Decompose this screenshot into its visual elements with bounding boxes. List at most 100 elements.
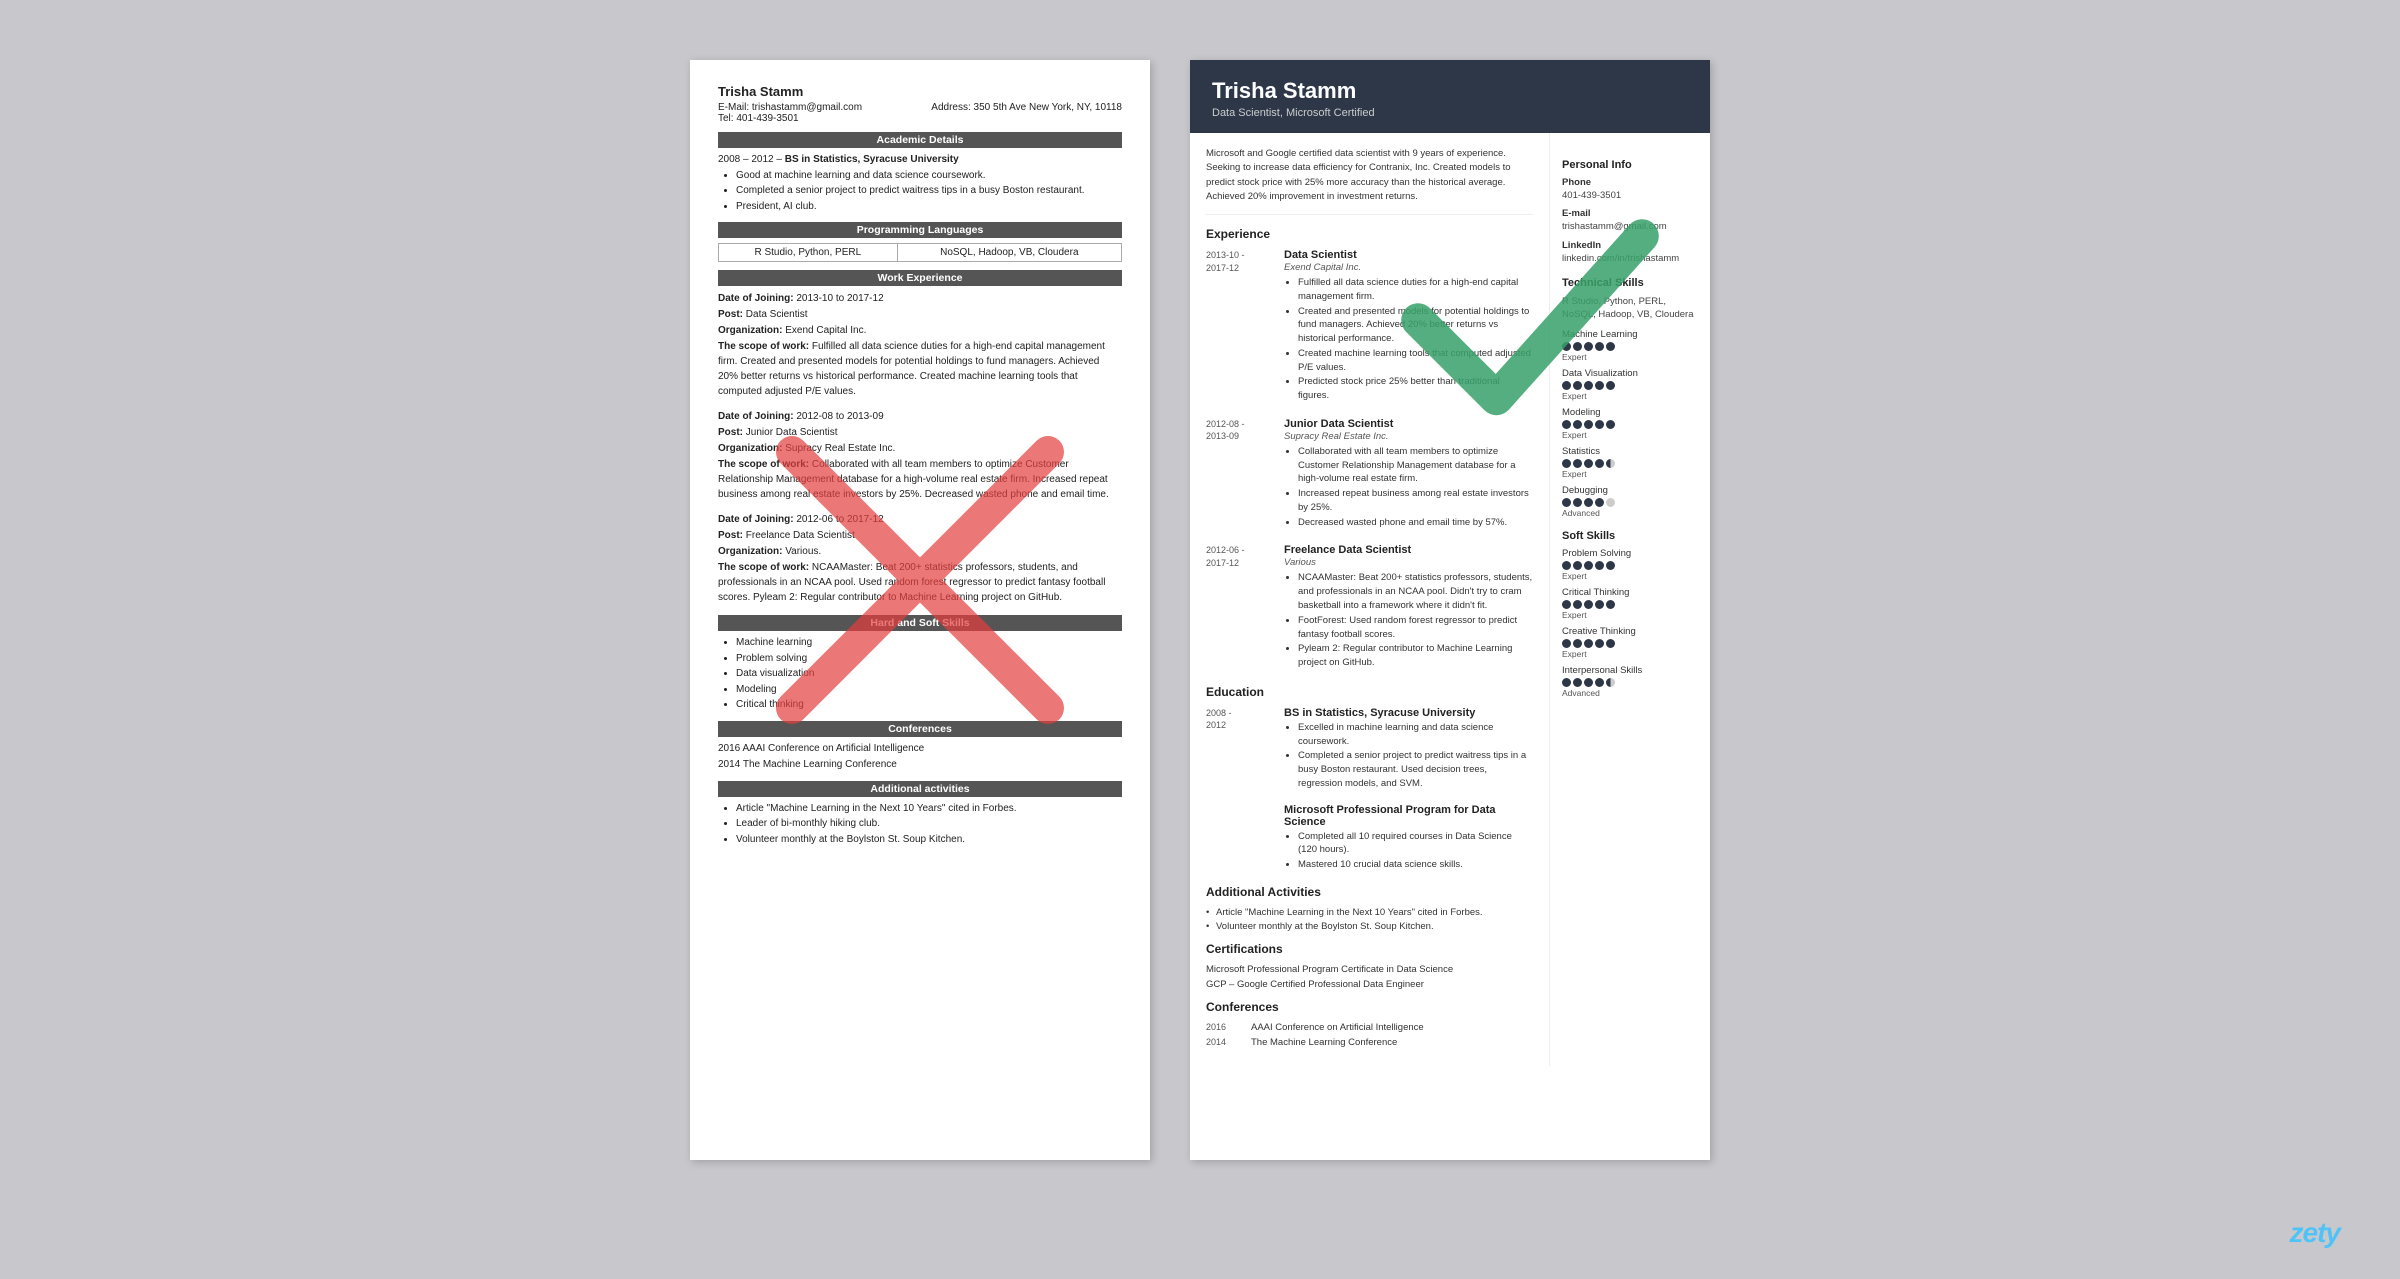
skill-level-stat: Expert <box>1562 469 1698 479</box>
academic-bullet-2: Completed a senior project to predict wa… <box>736 184 1122 199</box>
skill-5: Critical thinking <box>736 698 1122 713</box>
exp-bullets-3: NCAAMaster: Beat 200+ statistics profess… <box>1284 571 1533 669</box>
skill-name-ps: Problem Solving <box>1562 548 1698 559</box>
add-act-2: Volunteer monthly at the Boylston St. So… <box>1206 921 1533 932</box>
skill-row-stat: Statistics Expert <box>1562 446 1698 479</box>
left-name: Trisha Stamm <box>718 84 1122 99</box>
programming-table: R Studio, Python, PERL NoSQL, Hadoop, VB… <box>718 243 1122 262</box>
conf-2: 2014 The Machine Learning Conference <box>718 758 1122 773</box>
additional-section-title: Additional Activities <box>1206 885 1533 899</box>
skill-name-stat: Statistics <box>1562 446 1698 457</box>
skills-list: Machine learning Problem solving Data vi… <box>718 636 1122 713</box>
skill-level-dv: Expert <box>1562 391 1698 401</box>
phone-value: 401-439-3501 <box>1562 189 1698 202</box>
skill-name-dbg: Debugging <box>1562 485 1698 496</box>
zety-watermark: zety <box>2290 1217 2340 1249</box>
work-entry-2: Date of Joining: 2012-08 to 2013-09 Post… <box>718 409 1122 502</box>
org-label-1: Organization: <box>718 325 782 336</box>
phone-label: Phone <box>1562 177 1698 188</box>
conf-year-2: 2014 <box>1206 1037 1241 1048</box>
skill-dots-crt <box>1562 639 1698 648</box>
company-2: Supracy Real Estate Inc. <box>1284 431 1533 442</box>
skill-row-dbg: Debugging Advanced <box>1562 485 1698 518</box>
skill-dots-is <box>1562 678 1698 687</box>
right-header: Trisha Stamm Data Scientist, Microsoft C… <box>1190 60 1710 133</box>
email-value: trishastamm@gmail.com <box>752 102 862 113</box>
skill-row-is: Interpersonal Skills Advanced <box>1562 665 1698 698</box>
right-resume: Trisha Stamm Data Scientist, Microsoft C… <box>1190 60 1710 1160</box>
skill-row-mod: Modeling Expert <box>1562 407 1698 440</box>
email-value-sidebar: trishastamm@gmail.com <box>1562 220 1698 233</box>
edu-bullets-1: Excelled in machine learning and data sc… <box>1284 721 1533 791</box>
edu-content-1: BS in Statistics, Syracuse University Ex… <box>1284 707 1533 792</box>
email-label: E-Mail: <box>718 102 749 113</box>
company-3: Various <box>1284 557 1533 568</box>
date-val-1: 2013-10 to 2017-12 <box>796 293 883 304</box>
conferences-section-title-right: Conferences <box>1206 1000 1533 1014</box>
skill-dots-ct <box>1562 600 1698 609</box>
email-label-sidebar: E-mail <box>1562 208 1698 219</box>
skill-level-crt: Expert <box>1562 649 1698 659</box>
additional-list: Article "Machine Learning in the Next 10… <box>718 802 1122 848</box>
conf-1: 2016 AAAI Conference on Artificial Intel… <box>718 742 1122 757</box>
exp-content-1: Data Scientist Exend Capital Inc. Fulfil… <box>1284 249 1533 404</box>
company-1: Exend Capital Inc. <box>1284 262 1533 273</box>
linkedin-label: LinkedIn <box>1562 240 1698 251</box>
experience-section-title: Experience <box>1206 227 1533 241</box>
academic-bullets: Good at machine learning and data scienc… <box>718 169 1122 215</box>
conf-name-1: AAAI Conference on Artificial Intelligen… <box>1251 1022 1424 1033</box>
linkedin-value: linkedin.com/in/trishastamm <box>1562 252 1698 265</box>
skill-level-ml: Expert <box>1562 352 1698 362</box>
work-entry-3: Date of Joining: 2012-06 to 2017-12 Post… <box>718 512 1122 605</box>
skill-1: Machine learning <box>736 636 1122 651</box>
edu-date-1: 2008 -2012 <box>1206 707 1274 792</box>
tech-skills-intro: R Studio, Python, PERL, NoSQL, Hadoop, V… <box>1562 295 1698 322</box>
conf-year-1: 2016 <box>1206 1022 1241 1033</box>
conf-name-2: The Machine Learning Conference <box>1251 1037 1397 1048</box>
skill-row-ct: Critical Thinking Expert <box>1562 587 1698 620</box>
skill-2: Problem solving <box>736 652 1122 667</box>
exp-date-1: 2013-10 -2017-12 <box>1206 249 1274 404</box>
edu-entry-2: Microsoft Professional Program for Data … <box>1206 804 1533 873</box>
edu-bullets-2: Completed all 10 required courses in Dat… <box>1284 830 1533 872</box>
certifications-section-title: Certifications <box>1206 942 1533 956</box>
tel-value: 401-439-3501 <box>736 113 798 124</box>
cert-2: GCP – Google Certified Professional Data… <box>1206 979 1533 990</box>
work-section-header: Work Experience <box>718 270 1122 286</box>
skill-level-mod: Expert <box>1562 430 1698 440</box>
org-val-1: Exend Capital Inc. <box>785 325 866 336</box>
exp-entry-1: 2013-10 -2017-12 Data Scientist Exend Ca… <box>1206 249 1533 404</box>
skill-dots-mod <box>1562 420 1698 429</box>
skill-row-ps: Problem Solving Expert <box>1562 548 1698 581</box>
skill-level-ct: Expert <box>1562 610 1698 620</box>
left-contact-row: E-Mail: trishastamm@gmail.com Tel: 401-4… <box>718 102 1122 124</box>
soft-skills-title: Soft Skills <box>1562 530 1698 542</box>
exp-content-2: Junior Data Scientist Supracy Real Estat… <box>1284 418 1533 531</box>
additional-2: Leader of bi-monthly hiking club. <box>736 817 1122 832</box>
tel-label: Tel: <box>718 113 734 124</box>
skill-name-ct: Critical Thinking <box>1562 587 1698 598</box>
academic-bullet-1: Good at machine learning and data scienc… <box>736 169 1122 184</box>
skill-name-is: Interpersonal Skills <box>1562 665 1698 676</box>
additional-section-header: Additional activities <box>718 781 1122 797</box>
skill-dots-ml <box>1562 342 1698 351</box>
exp-bullets-2: Collaborated with all team members to op… <box>1284 445 1533 530</box>
academic-degree-line: 2008 – 2012 – BS in Statistics, Syracuse… <box>718 153 1122 168</box>
exp-entry-2: 2012-08 -2013-09 Junior Data Scientist S… <box>1206 418 1533 531</box>
address-label: Address: <box>931 102 970 113</box>
prog-section-header: Programming Languages <box>718 222 1122 238</box>
skill-dots-ps <box>1562 561 1698 570</box>
address-value: 350 5th Ave New York, NY, 10118 <box>974 102 1122 113</box>
conf-entry-1: 2016 AAAI Conference on Artificial Intel… <box>1206 1022 1533 1033</box>
prog-right: NoSQL, Hadoop, VB, Cloudera <box>897 244 1121 262</box>
skill-name-ml: Machine Learning <box>1562 329 1698 340</box>
skills-section-header: Hard and Soft Skills <box>718 615 1122 631</box>
exp-date-2: 2012-08 -2013-09 <box>1206 418 1274 531</box>
skill-dots-dv <box>1562 381 1698 390</box>
date-label-1: Date of Joining: <box>718 293 794 304</box>
job-title-3: Freelance Data Scientist <box>1284 544 1533 556</box>
skill-level-dbg: Advanced <box>1562 508 1698 518</box>
right-summary: Microsoft and Google certified data scie… <box>1206 147 1533 215</box>
edu-entry-1: 2008 -2012 BS in Statistics, Syracuse Un… <box>1206 707 1533 792</box>
skill-4: Modeling <box>736 683 1122 698</box>
